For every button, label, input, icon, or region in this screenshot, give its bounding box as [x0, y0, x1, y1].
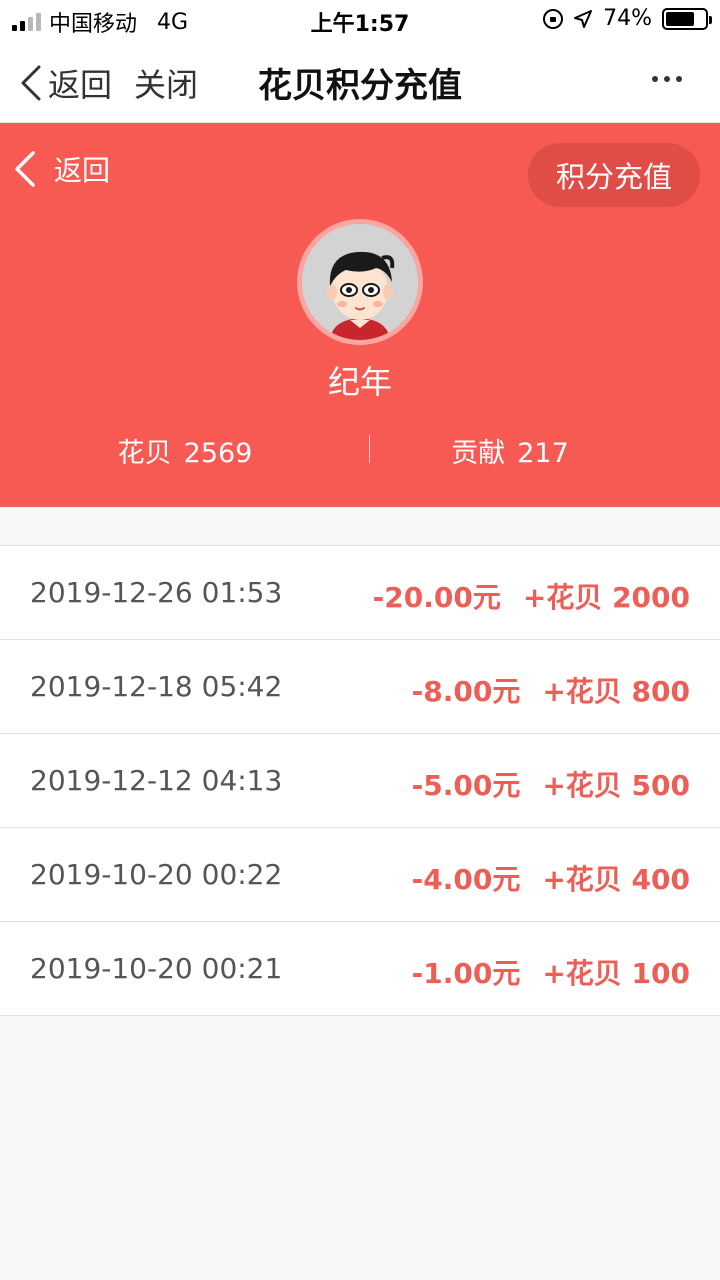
record-amounts: -8.00元 +花贝 800 [412, 670, 690, 710]
record-points: +花贝 500 [542, 769, 690, 802]
record-amount: -5.00元 [411, 769, 521, 802]
username: 纪年 [327, 363, 392, 401]
profile-header: 返回 积分充值 纪年 花贝 2569 贡献 217 [0, 123, 720, 507]
page-title: 花贝积分充值 [258, 66, 462, 106]
list-item: 2019-12-18 05:42 -8.00元 +花贝 800 [0, 640, 720, 734]
list-item: 2019-10-20 00:22 -4.00元 +花贝 400 [0, 828, 720, 922]
record-amount: -8.00元 [411, 675, 521, 708]
record-time: 2019-12-18 05:42 [30, 670, 283, 703]
chevron-left-icon [15, 151, 35, 187]
record-amount: -4.00元 [411, 863, 521, 896]
contribution-value: 217 [517, 438, 569, 469]
huabei-value: 2569 [183, 438, 253, 469]
record-amounts: -1.00元 +花贝 100 [412, 952, 690, 992]
status-bar: 中国移动 4G 上午1:57 74% [0, 0, 720, 40]
recharge-button[interactable]: 积分充值 [528, 143, 700, 207]
huabei-label: 花贝 [117, 438, 172, 469]
record-points: +花贝 2000 [522, 581, 690, 614]
avatar[interactable] [297, 219, 423, 345]
more-icon[interactable] [652, 76, 682, 82]
cartoon-boy-icon [302, 224, 418, 340]
orientation-lock-icon [543, 8, 564, 29]
header-back-label: 返回 [54, 154, 111, 187]
record-time: 2019-12-12 04:13 [30, 764, 283, 797]
header-back-button[interactable]: 返回 [14, 149, 110, 189]
record-amount: -20.00元 [372, 581, 501, 614]
battery-fill [666, 11, 695, 26]
list-item: 2019-12-26 01:53 -20.00元 +花贝 2000 [0, 546, 720, 640]
list-item: 2019-12-12 04:13 -5.00元 +花贝 500 [0, 734, 720, 828]
location-icon [574, 9, 593, 28]
list-item: 2019-10-20 00:21 -1.00元 +花贝 100 [0, 922, 720, 1016]
record-amount: -1.00元 [411, 957, 521, 990]
record-points: +花贝 100 [542, 957, 690, 990]
record-amounts: -4.00元 +花贝 400 [412, 858, 690, 898]
huabei-stat: 花贝 2569 [0, 431, 370, 470]
contribution-label: 贡献 [451, 438, 506, 469]
record-time: 2019-10-20 00:21 [30, 952, 283, 985]
nav-bar: 返回 关闭 花贝积分充值 [0, 40, 720, 123]
record-points: +花贝 800 [542, 675, 690, 708]
record-points: +花贝 400 [542, 863, 690, 896]
record-amounts: -5.00元 +花贝 500 [412, 764, 690, 804]
battery-icon [662, 7, 712, 30]
status-right: 74% [543, 6, 712, 31]
recharge-record-list: 2019-12-26 01:53 -20.00元 +花贝 2000 2019-12… [0, 545, 720, 1016]
contribution-stat: 贡献 217 [370, 431, 650, 470]
battery-percent: 74% [603, 6, 652, 31]
record-amounts: -20.00元 +花贝 2000 [373, 576, 690, 616]
record-time: 2019-10-20 00:22 [30, 858, 283, 891]
avatar-image [302, 224, 418, 340]
record-time: 2019-12-26 01:53 [30, 576, 283, 609]
